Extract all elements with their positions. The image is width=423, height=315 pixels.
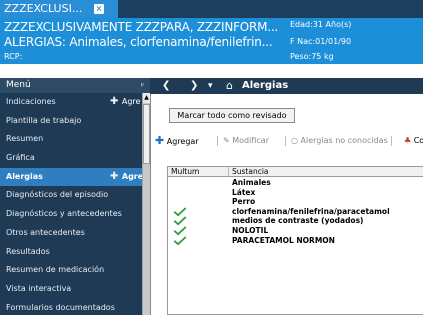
table-row[interactable]: Perro: [168, 197, 423, 207]
sidebar-item[interactable]: Formularios documentados: [0, 299, 142, 315]
sidebar-item[interactable]: Otros antecedentes: [0, 224, 142, 243]
sidebar-add-button[interactable]: ✚ Agre: [110, 93, 140, 112]
substance-cell: Látex: [232, 187, 256, 197]
patient-banner: ZZZEXCLUSIVAMENTE ZZZPARA, ZZZINFORM... …: [0, 18, 423, 64]
column-header-sustancia[interactable]: Sustancia: [229, 167, 423, 177]
table-row[interactable]: PARACETAMOL NORMON: [168, 236, 423, 246]
home-icon[interactable]: ⌂: [226, 79, 233, 93]
substance-cell: Animales: [232, 178, 271, 187]
edit-icon: ✎: [223, 136, 230, 145]
allergies-toolbar: ✚ Agregar ✎ Modificar ○ Alergias no cono…: [151, 132, 423, 150]
back-icon[interactable]: ❮: [162, 79, 170, 93]
patient-age: Edad:31 Año(s): [290, 20, 352, 29]
substance-cell: Perro: [232, 197, 256, 207]
people-icon: ♣: [404, 136, 412, 145]
checkmark-icon: [173, 235, 187, 245]
table-row[interactable]: Látex: [168, 188, 423, 198]
sidebar-item[interactable]: Plantilla de trabajo: [0, 112, 142, 131]
allergies-table: Multum Sustancia Animales Látex Perro clorf…: [167, 166, 423, 315]
sidebar-title: Menú: [6, 80, 31, 90]
substance-cell: NOLOTIL: [232, 225, 269, 235]
sidebar-item[interactable]: Resumen: [0, 130, 142, 149]
toolbar-divider: [285, 136, 286, 146]
sidebar-item[interactable]: Vista interactiva: [0, 280, 142, 299]
sidebar-item-label: Alergias: [6, 171, 43, 181]
sidebar-item-label: Resultados: [6, 246, 50, 256]
patient-tab[interactable]: ZZZEXCLUSI... ×: [0, 0, 118, 18]
sidebar-add-label: Agre: [121, 171, 142, 181]
sidebar-item-label: Vista interactiva: [6, 283, 72, 293]
co-label: Co: [413, 136, 423, 145]
toolbar-divider: [217, 136, 218, 146]
add-allergy-label: Agregar: [166, 137, 199, 146]
modify-button[interactable]: ✎ Modificar: [223, 132, 269, 150]
pin-icon[interactable]: ᵖ: [141, 78, 144, 93]
scroll-up-arrow-icon[interactable]: ▲: [143, 93, 150, 103]
allergies-panel: Marcar todo como revisado ✚ Agregar ✎ Mo…: [150, 94, 423, 315]
toolbar-divider: [391, 136, 392, 146]
sidebar-item-label: Indicaciones: [6, 97, 56, 106]
sidebar-item-label: Resumen de medicación: [6, 265, 105, 275]
patient-tab-label: ZZZEXCLUSI...: [4, 2, 83, 15]
sidebar-item[interactable]: Gráfica: [0, 149, 142, 168]
sidebar-menu: Indicaciones ✚ Agre Plantilla de trabajo Re…: [0, 93, 142, 315]
table-row[interactable]: medios de contraste (yodados): [168, 216, 423, 226]
forward-icon[interactable]: ❯: [190, 79, 198, 93]
sidebar-item-label: Plantilla de trabajo: [6, 115, 82, 125]
plus-icon: ✚: [110, 96, 122, 107]
column-header-multum[interactable]: Multum: [168, 167, 229, 177]
sidebar-item[interactable]: Diagnósticos del episodio: [0, 186, 142, 205]
table-row[interactable]: Animales: [168, 178, 423, 188]
patient-rcp: RCP:: [4, 52, 23, 61]
title-bar: ZZZEXCLUSI... ×: [0, 0, 423, 18]
plus-icon: ✚: [155, 134, 165, 147]
patient-allergies: ALERGIAS: Animales, clorfenamina/fenilef…: [4, 35, 273, 49]
co-button[interactable]: ♣ Co: [404, 132, 423, 150]
content-header-bar: ❮ ❯ ▾ ⌂ Alergias: [150, 78, 423, 94]
no-known-allergies-label: Alergias no conocidas: [300, 136, 388, 145]
sidebar-item-label: Gráfica: [6, 153, 35, 163]
sidebar-item-label: Diagnósticos del episodio: [6, 190, 109, 200]
sidebar-add-label: Agre: [121, 97, 141, 106]
substance-cell: clorfenamina/fenilefrina/paracetamol: [232, 206, 390, 216]
sidebar-header: Menú ᵖ: [0, 78, 150, 93]
scroll-thumb[interactable]: [143, 104, 150, 164]
sidebar-item[interactable]: Alergias ✚ Agre: [0, 167, 142, 187]
sidebar-add-button[interactable]: ✚ Agre: [110, 168, 142, 187]
substance-cell: medios de contraste (yodados): [232, 216, 364, 226]
sidebar-item-label: Otros antecedentes: [6, 227, 85, 237]
sidebar-item-label: Formularios documentados: [6, 302, 115, 312]
sidebar-item[interactable]: Diagnósticos y antecedentes: [0, 205, 142, 224]
patient-dob: F Nac:01/01/90: [290, 37, 352, 46]
table-row[interactable]: NOLOTIL: [168, 226, 423, 236]
checkmark-icon: [173, 207, 187, 217]
checkmark-icon: [173, 226, 187, 236]
circle-icon: ○: [291, 136, 298, 145]
sidebar-item[interactable]: Resumen de medicación: [0, 261, 142, 280]
mark-all-reviewed-button[interactable]: Marcar todo como revisado: [169, 108, 295, 123]
sidebar-scrollbar[interactable]: ▲: [142, 93, 150, 315]
sidebar-item-label: Diagnósticos y antecedentes: [6, 209, 122, 219]
sidebar-item[interactable]: Resultados: [0, 243, 142, 262]
modify-label: Modificar: [232, 136, 269, 145]
checkmark-icon: [173, 216, 187, 226]
sidebar-item[interactable]: Indicaciones ✚ Agre: [0, 93, 142, 112]
history-dropdown-icon[interactable]: ▾: [208, 79, 213, 93]
close-icon[interactable]: ×: [94, 4, 104, 14]
plus-icon: ✚: [110, 170, 122, 182]
sidebar-item-label: Resumen: [6, 134, 44, 144]
table-body: Animales Látex Perro clorfenamina/fenilefri…: [168, 178, 423, 245]
patient-weight: Peso:75 kg: [290, 52, 334, 61]
page-title: Alergias: [242, 80, 289, 91]
table-row[interactable]: clorfenamina/fenilefrina/paracetamol: [168, 207, 423, 217]
substance-cell: PARACETAMOL NORMON: [232, 235, 335, 245]
no-known-allergies-button[interactable]: ○ Alergias no conocidas: [291, 132, 388, 150]
patient-name: ZZZEXCLUSIVAMENTE ZZZPARA, ZZZINFORM...: [4, 20, 279, 34]
add-allergy-button[interactable]: ✚ Agregar: [155, 132, 199, 151]
